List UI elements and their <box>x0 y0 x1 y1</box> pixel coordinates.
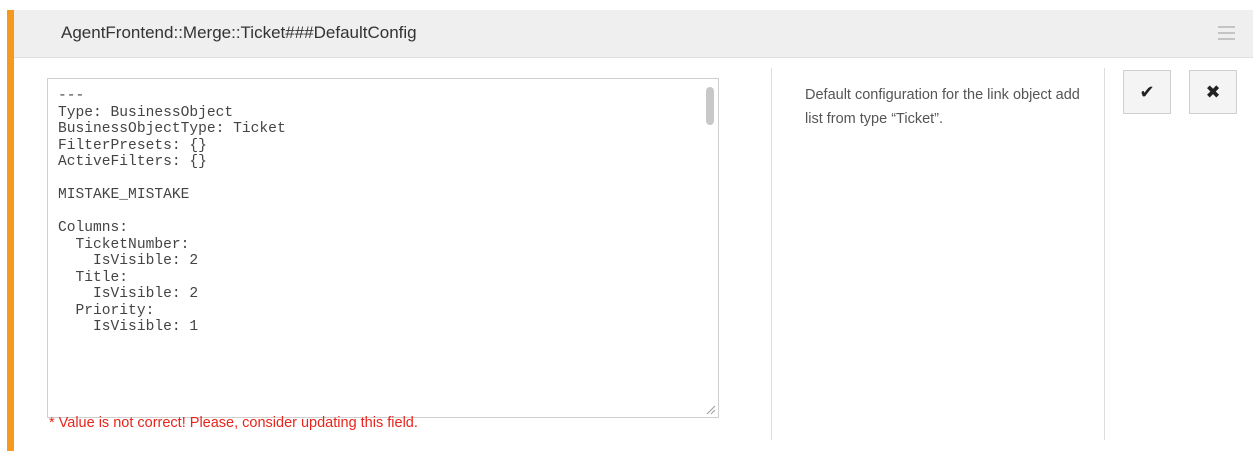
modified-accent-bar <box>7 10 14 451</box>
close-icon: ✖ <box>1205 81 1221 103</box>
setting-header: AgentFrontend::Merge::Ticket###DefaultCo… <box>14 10 1253 58</box>
setting-description: Default configuration for the link objec… <box>805 87 1080 127</box>
setting-title: AgentFrontend::Merge::Ticket###DefaultCo… <box>61 23 417 42</box>
editor-scrollbar[interactable] <box>706 87 714 125</box>
save-button[interactable]: ✔ <box>1123 70 1171 114</box>
setting-panel: AgentFrontend::Merge::Ticket###DefaultCo… <box>7 10 1253 451</box>
setting-value-textarea[interactable]: --- Type: BusinessObject BusinessObjectT… <box>48 79 718 417</box>
checkmark-icon: ✔ <box>1139 81 1155 103</box>
column-divider <box>771 68 772 440</box>
validation-error-message: * Value is not correct! Please, consider… <box>49 415 418 431</box>
cancel-button[interactable]: ✖ <box>1189 70 1237 114</box>
setting-value-editor[interactable]: --- Type: BusinessObject BusinessObjectT… <box>47 78 719 418</box>
hamburger-menu-icon[interactable] <box>1218 26 1235 40</box>
column-divider <box>1104 68 1105 440</box>
resize-grip-icon[interactable] <box>704 403 716 415</box>
